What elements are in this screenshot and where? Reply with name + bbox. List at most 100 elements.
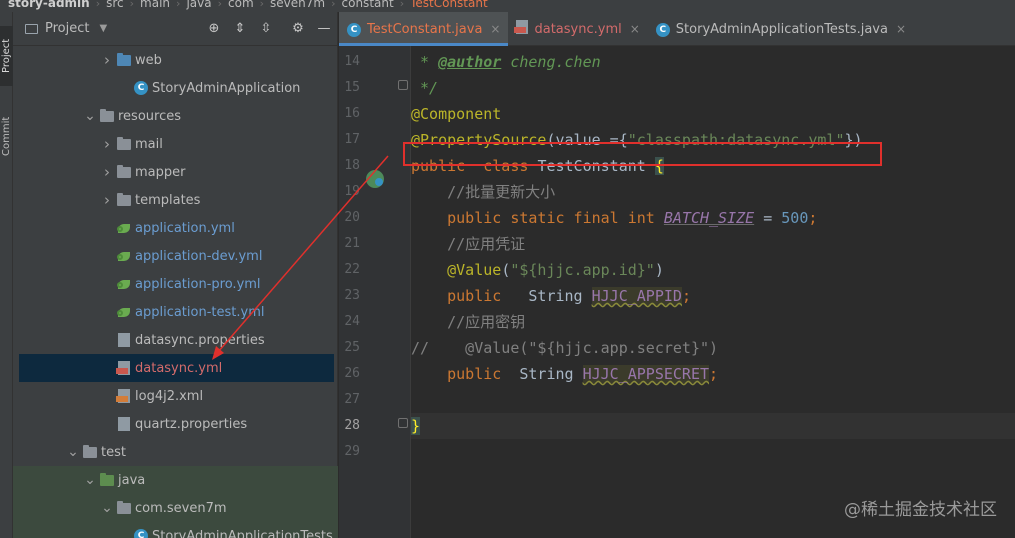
editor-tab[interactable]: C StoryAdminApplicationTests.java × [648, 12, 914, 46]
project-view-selector[interactable]: Project [45, 21, 89, 36]
chevron-down-icon[interactable]: ⌄ [101, 500, 113, 516]
tree-item-label: StoryAdminApplicationTests [152, 528, 333, 538]
tree-item[interactable]: datasync.properties [13, 326, 338, 354]
code-token: */ [411, 79, 439, 97]
chevron-down-icon[interactable]: ⌄ [84, 472, 96, 488]
file-tag [514, 27, 527, 33]
tree-item[interactable]: ⌄ com.seven7m [13, 494, 338, 522]
line-number: 28 [344, 418, 360, 433]
chevron-down-icon[interactable]: ▼ [99, 23, 107, 34]
tree-item[interactable]: › web [13, 46, 338, 74]
code-line: public static final int BATCH_SIZE = 500… [411, 205, 1015, 231]
code-editor[interactable]: 14 15 16 17 18 19 20 21 22 23 24 25 26 27 28 29 * @auth… [339, 46, 1015, 538]
code-token: @author [438, 53, 502, 71]
chevron-right-icon[interactable]: › [101, 191, 113, 209]
tree-item[interactable]: › mapper [13, 158, 338, 186]
breadcrumb-item[interactable]: story-admin [0, 0, 96, 10]
fold-marker-icon[interactable] [398, 418, 408, 428]
chevron-down-icon[interactable]: ⌄ [84, 108, 96, 124]
code-line: */ [411, 75, 1015, 101]
chevron-right-icon[interactable]: › [101, 163, 113, 181]
breadcrumb-item[interactable]: TestConstant [404, 0, 494, 10]
code-token: } [411, 417, 421, 435]
tree-item-label: mail [135, 136, 163, 152]
spring-config-icon [117, 249, 131, 263]
tree-item[interactable]: log4j2.xml [13, 382, 338, 410]
tree-item[interactable]: application.yml [13, 214, 338, 242]
code-token: HJJC_APPID [591, 287, 682, 305]
tree-item-label: application-dev.yml [135, 248, 263, 264]
tree-item-label: datasync.properties [135, 332, 265, 348]
commit-tool-tab[interactable]: Commit [0, 104, 13, 168]
spring-config-icon [117, 305, 131, 319]
breadcrumb-item[interactable]: src [100, 0, 130, 10]
folder-icon [117, 500, 131, 515]
tree-item[interactable]: › templates [13, 186, 338, 214]
code-line: @Value("${hjjc.app.id}") [411, 257, 1015, 283]
code-line: //批量更新大小 [411, 179, 1015, 205]
tree-item[interactable]: quartz.properties [13, 410, 338, 438]
collapse-all-icon[interactable]: ⇳ [258, 21, 274, 37]
code-line: //应用凭证 [411, 231, 1015, 257]
fold-marker-icon[interactable] [398, 80, 408, 90]
tree-item-label: web [135, 52, 162, 68]
code-token: // @Value("${hjjc.app.secret}") [411, 339, 719, 357]
code-token: "${hjjc.app.id}" [510, 261, 655, 279]
spring-bean-gutter-icon[interactable] [366, 170, 384, 188]
editor-tab[interactable]: C TestConstant.java × [339, 12, 509, 46]
breadcrumb-item[interactable]: main [134, 0, 176, 10]
expand-all-icon[interactable]: ⇕ [232, 21, 248, 37]
project-tool-tab-label: Project [1, 38, 12, 74]
tree-item-label: com.seven7m [135, 500, 227, 516]
code-token: ) [654, 261, 664, 279]
tree-item-label: StoryAdminApplication [152, 80, 301, 96]
tree-item[interactable]: › mail [13, 130, 338, 158]
locate-icon[interactable]: ⊕ [206, 21, 222, 37]
tree-item-label: quartz.properties [135, 416, 248, 432]
line-number: 23 [344, 288, 360, 303]
tree-item-label: mapper [135, 164, 186, 180]
tree-item-label: application-test.yml [135, 304, 265, 320]
java-class-icon: C [134, 529, 148, 538]
tree-item[interactable]: application-pro.yml [13, 270, 338, 298]
folder-icon [100, 472, 114, 487]
breadcrumb-item[interactable]: java [180, 0, 217, 10]
tree-item[interactable]: ⌄ test [13, 438, 338, 466]
tree-item[interactable]: C StoryAdminApplication [13, 74, 338, 102]
close-icon[interactable]: × [490, 22, 500, 36]
breadcrumb-item[interactable]: constant [336, 0, 400, 10]
folder-shape [100, 472, 114, 486]
breadcrumb-item[interactable]: seven7m [264, 0, 331, 10]
gear-icon[interactable]: ⚙ [290, 21, 306, 37]
editor-tab[interactable]: datasync.yml × [508, 12, 647, 46]
line-number: 18 [344, 158, 360, 173]
editor-gutter: 14 15 16 17 18 19 20 21 22 23 24 25 26 27 28 29 [339, 46, 411, 538]
line-number: 21 [344, 236, 360, 251]
tool-window-strip: Project Commit [0, 12, 13, 538]
tree-item[interactable]: ⌄ java [13, 466, 338, 494]
code-token: 500 [781, 209, 809, 227]
close-icon[interactable]: × [896, 22, 906, 36]
spring-leaf [117, 249, 131, 263]
tree-item[interactable]: C StoryAdminApplicationTests [13, 522, 338, 538]
code-token: @Component [411, 105, 502, 123]
project-tool-tab[interactable]: Project [0, 26, 13, 86]
code-token: //应用密钥 [411, 313, 526, 331]
code-token: * [411, 53, 439, 71]
chevron-right-icon[interactable]: › [101, 135, 113, 153]
tree-item[interactable]: ⌄ resources [13, 102, 338, 130]
breadcrumb-item[interactable]: com [222, 0, 260, 10]
code-token: //批量更新大小 [411, 183, 556, 201]
file-sheet [116, 389, 130, 403]
tree-item[interactable]: datasync.yml [19, 354, 334, 382]
java-class-icon: C [347, 21, 361, 37]
chevron-down-icon[interactable]: ⌄ [67, 444, 79, 460]
tree-item[interactable]: application-dev.yml [13, 242, 338, 270]
chevron-right-icon[interactable]: › [101, 51, 113, 69]
tree-item[interactable]: application-test.yml [13, 298, 338, 326]
line-number: 19 [344, 184, 360, 199]
hide-panel-icon[interactable]: — [316, 21, 332, 37]
close-icon[interactable]: × [630, 22, 640, 36]
